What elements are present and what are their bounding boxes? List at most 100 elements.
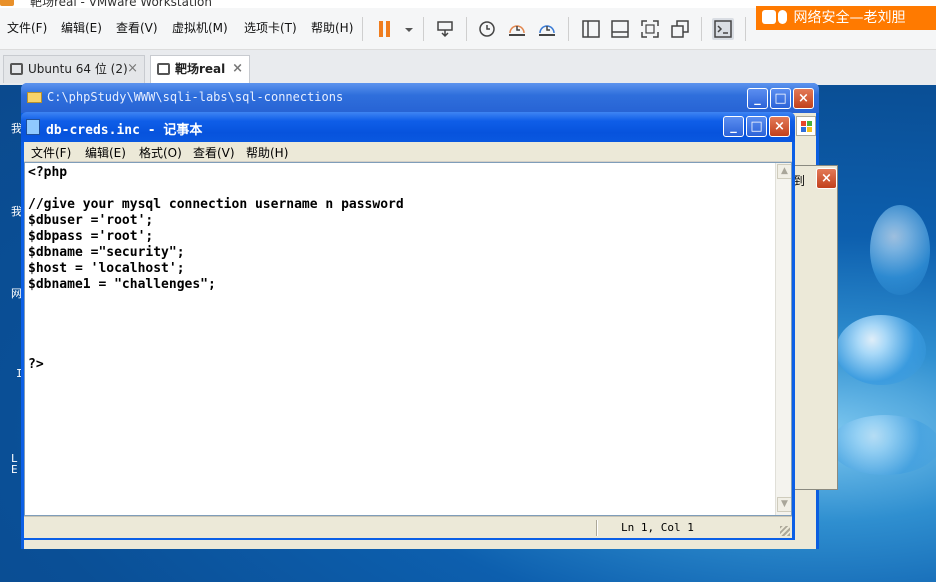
toolbar-separator (423, 17, 424, 41)
windows-flag-icon (796, 116, 816, 136)
sidebar-icon (582, 20, 600, 38)
menu-help[interactable]: 帮助(H) (246, 144, 288, 161)
toolbar-separator (568, 17, 569, 41)
toolbar-separator (701, 17, 702, 41)
unity-button[interactable] (669, 18, 691, 40)
code-line: $host = 'localhost'; (28, 261, 185, 276)
fullscreen-button[interactable] (639, 18, 661, 40)
vm-icon (157, 63, 170, 75)
close-icon[interactable]: × (127, 56, 138, 82)
notification-banner[interactable]: 网络安全—老刘胆 (756, 6, 936, 30)
code-line: $dbpass ='root'; (28, 229, 154, 244)
snapshot-button[interactable] (476, 18, 498, 40)
revert-clock-icon (509, 25, 525, 36)
tab-ubuntu[interactable]: Ubuntu 64 位 (2) × (3, 55, 145, 83)
notepad-window[interactable]: db-creds.inc - 记事本 _ □ × 文件(F) 编辑(E) 格式(… (21, 112, 795, 540)
notepad-menubar: 文件(F) 编辑(E) 格式(O) 查看(V) 帮助(H) (24, 142, 792, 162)
thumbnail-icon (611, 20, 629, 38)
vm-tabbar: Ubuntu 64 位 (2) × 靶场real × (0, 50, 936, 85)
revert-snapshot-button[interactable] (506, 18, 528, 40)
microphone-icon (778, 10, 787, 24)
wallpaper-drop (870, 205, 930, 295)
tab-label: 靶场real (175, 62, 226, 76)
unity-icon (671, 20, 689, 38)
desktop-icon-label[interactable]: E (11, 463, 18, 476)
chevron-down-icon (405, 28, 413, 32)
close-icon: × (774, 119, 785, 134)
notepad-titlebar[interactable]: db-creds.inc - 记事本 _ □ × (21, 112, 795, 142)
status-divider (596, 520, 598, 536)
code-line: $dbname1 = "challenges"; (28, 277, 216, 292)
menu-view[interactable]: 查看(V) (116, 19, 158, 36)
code-line: //give your mysql connection username n … (28, 197, 404, 212)
close-icon: × (821, 171, 832, 186)
pause-dropdown[interactable] (398, 18, 413, 40)
menu-tabs[interactable]: 选项卡(T) (244, 19, 297, 36)
cursor-position: Ln 1, Col 1 (621, 521, 694, 534)
wallpaper-drop (836, 315, 926, 385)
menu-file[interactable]: 文件(F) (31, 144, 71, 161)
vmware-title: 靶场real - VMware Workstation (30, 0, 212, 8)
menu-edit[interactable]: 编辑(E) (85, 144, 126, 161)
menu-help[interactable]: 帮助(H) (311, 19, 353, 36)
snapshot-manager-icon (539, 25, 555, 36)
console-button[interactable] (712, 18, 734, 40)
pause-icon (379, 21, 390, 37)
minimize-button[interactable]: _ (747, 88, 768, 109)
close-button[interactable]: × (769, 116, 790, 137)
thumbnail-button[interactable] (609, 18, 631, 40)
keyboard-icon (437, 21, 453, 38)
notepad-title: db-creds.inc - 记事本 (46, 123, 203, 138)
maximize-button[interactable]: □ (746, 116, 767, 137)
clock-icon (479, 21, 495, 37)
close-button[interactable]: × (793, 88, 814, 109)
send-keys-button[interactable] (434, 18, 456, 40)
close-icon[interactable]: × (232, 56, 243, 82)
close-icon: × (798, 91, 809, 106)
close-button[interactable]: × (816, 168, 837, 189)
vm-icon (10, 63, 23, 75)
wallpaper-drop (830, 415, 936, 475)
tab-label: Ubuntu 64 位 (2) (28, 62, 128, 76)
notepad-statusbar: Ln 1, Col 1 (24, 516, 792, 538)
explorer-path: C:\phpStudy\WWW\sqli-labs\sql-connection… (47, 90, 344, 104)
resize-grip-icon[interactable] (780, 526, 790, 536)
file-content[interactable]: <?php //give your mysql connection usern… (28, 165, 404, 373)
explorer-titlebar[interactable]: C:\phpStudy\WWW\sqli-labs\sql-connection… (21, 83, 819, 113)
fullscreen-icon (641, 20, 659, 38)
minimize-button[interactable]: _ (723, 116, 744, 137)
menu-edit[interactable]: 编辑(E) (61, 19, 102, 36)
notepad-text-area[interactable]: <?php //give your mysql connection usern… (24, 162, 792, 516)
background-window-edge: 到 × (792, 165, 838, 490)
code-line: <?php (28, 165, 68, 180)
folder-icon (27, 92, 42, 103)
terminal-icon (714, 20, 732, 38)
maximize-button[interactable]: □ (770, 88, 791, 109)
scroll-up-icon[interactable]: ▲ (777, 164, 791, 179)
scroll-down-icon[interactable]: ▼ (777, 497, 791, 512)
vmware-logo-icon (0, 0, 14, 6)
notification-text: 网络安全—老刘胆 (793, 10, 906, 26)
tab-real[interactable]: 靶场real × (150, 55, 250, 83)
toolbar-separator (745, 17, 746, 41)
toolbar-separator (466, 17, 467, 41)
snapshot-manager-button[interactable] (536, 18, 558, 40)
menu-vm[interactable]: 虚拟机(M) (172, 19, 228, 36)
pause-button[interactable] (374, 18, 396, 40)
maximize-icon: □ (750, 119, 763, 134)
minimize-icon: _ (754, 91, 761, 106)
menu-file[interactable]: 文件(F) (7, 19, 47, 36)
menu-format[interactable]: 格式(O) (139, 144, 182, 161)
library-button[interactable] (580, 18, 602, 40)
code-line: $dbuser ='root'; (28, 213, 154, 228)
user-icon (762, 10, 776, 24)
minimize-icon: _ (730, 119, 737, 134)
vertical-scrollbar[interactable]: ▲ ▼ (775, 163, 791, 515)
menu-view[interactable]: 查看(V) (193, 144, 235, 161)
code-line: $dbname ="security"; (28, 245, 185, 260)
toolbar-separator (362, 17, 363, 41)
